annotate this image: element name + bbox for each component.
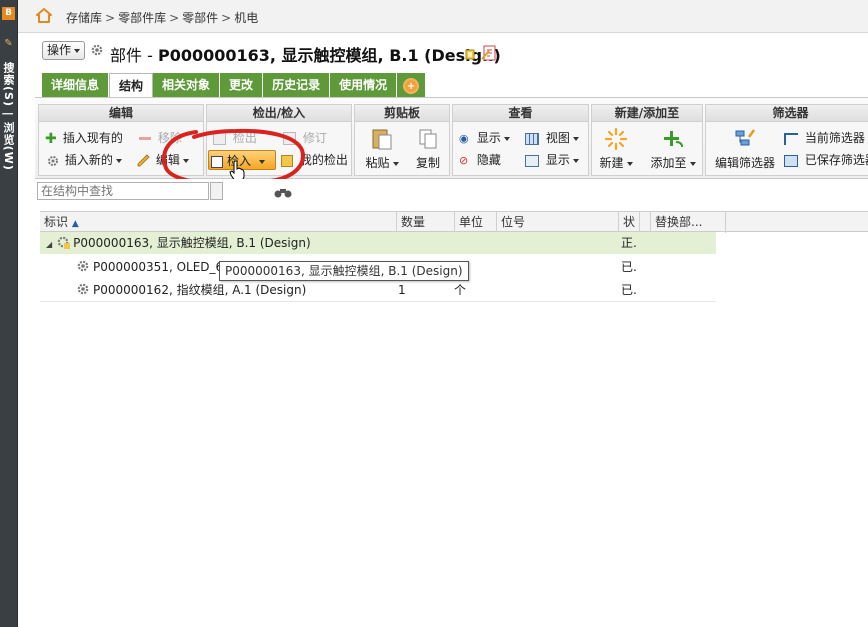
current-filter-icon — [784, 132, 798, 145]
edit-filter-button[interactable]: 编辑筛选器 — [712, 127, 778, 171]
column-header-id[interactable]: 标识 ▲ — [40, 212, 397, 233]
column-header-replacement[interactable]: 替换部... — [650, 212, 726, 233]
tab-related-objects[interactable]: 相关对象 — [153, 73, 221, 97]
row-quantity-cell: 1 — [398, 283, 406, 297]
new-button[interactable]: 新建 — [598, 127, 634, 171]
breadcrumb-item[interactable]: 零部件 — [182, 11, 218, 25]
structure-search-input[interactable] — [37, 182, 209, 200]
collapse-icon[interactable]: B — [2, 7, 15, 20]
tab-changes[interactable]: 更改 — [220, 73, 264, 97]
pin-icon[interactable]: ✎ — [3, 38, 14, 49]
saved-filter-icon — [784, 154, 798, 167]
breadcrumb-item[interactable]: 零部件库 — [118, 11, 166, 25]
paste-icon — [372, 129, 392, 150]
search-row — [35, 179, 868, 204]
add-to-button[interactable]: 添加至 — [646, 127, 700, 171]
column-header-quantity[interactable]: 数量 — [397, 212, 455, 233]
row-state-cell: 已. — [621, 283, 637, 297]
table-view-icon — [525, 132, 539, 145]
add-to-icon — [664, 131, 683, 148]
row-state-cell: 正. — [621, 236, 637, 250]
group-title: 查看 — [453, 105, 588, 122]
copy-button[interactable]: 复制 — [411, 127, 445, 171]
group-title: 编辑 — [39, 105, 203, 122]
columns-icon — [525, 154, 539, 167]
table-row[interactable]: P000000162, 指纹模组, A.1 (Design) 1 个 已. — [40, 279, 716, 301]
sidebar-vertical-label[interactable]: 搜索(S) | 浏览(W) — [2, 62, 16, 171]
breadcrumb-item[interactable]: 机电 — [234, 11, 258, 25]
show-button[interactable]: ◉ 显示 — [459, 129, 510, 146]
add-tab-icon: + — [403, 78, 420, 94]
part-gear-icon — [91, 44, 103, 56]
title-icons — [465, 45, 501, 64]
row-unit-cell: 个 — [454, 283, 467, 297]
ribbon-group-clipboard: 剪贴板 粘贴 复制 — [354, 104, 450, 176]
insert-new-button[interactable]: 插入新的 — [45, 151, 122, 168]
page-title: 部件 - P000000163, 显示触控模组, B.1 (Design) — [110, 46, 501, 65]
plus-icon: ✚ — [45, 130, 57, 147]
eye-icon: ◉ — [459, 132, 469, 145]
copy-icon — [419, 129, 437, 149]
tab-bar: 详细信息 结构 相关对象 更改 历史记录 使用情况 + — [42, 73, 427, 97]
search-button[interactable] — [210, 182, 223, 200]
group-title: 筛选器 — [706, 105, 868, 122]
table-row[interactable]: ◢ P000000163, 显示触控模组, B.1 (Design) 正. — [40, 232, 716, 254]
left-sidebar: B ✎ 搜索(S) | 浏览(W) — [0, 0, 18, 627]
current-filter-button[interactable]: 当前筛选器 — [784, 129, 865, 146]
row-state-cell: 已. — [621, 260, 637, 274]
hide-eye-icon: ⊘ — [459, 154, 469, 167]
row-id-cell: P000000162, 指纹模组, A.1 (Design) — [76, 279, 306, 301]
tab-add[interactable]: + — [397, 73, 427, 97]
tab-history[interactable]: 历史记录 — [263, 73, 331, 97]
show-columns-button[interactable]: 显示 — [525, 151, 579, 168]
checkout-status-icon[interactable] — [465, 45, 501, 61]
title-row: 操作 部件 - P000000163, 显示触控模组, B.1 (Design) — [18, 33, 868, 73]
column-header-reference[interactable]: 位号 — [497, 212, 619, 233]
ribbon-group-new-add: 新建/添加至 新建 添加至 — [591, 104, 703, 176]
group-title: 检出/检入 — [207, 105, 351, 122]
column-header-state[interactable]: 状 — [619, 212, 640, 233]
part-gear-icon — [77, 283, 89, 295]
structure-table-header: 标识 ▲ 数量 单位 位号 状 替换部... — [40, 211, 868, 233]
ribbon-group-filter: 筛选器 编辑筛选器 当前筛选器 已保存筛选器 — [705, 104, 868, 176]
binoculars-icon[interactable] — [273, 185, 293, 199]
hide-button[interactable]: ⊘ 隐藏 — [459, 151, 501, 168]
insert-new-gear-icon — [48, 155, 58, 166]
row-tooltip: P000000163, 显示触控模组, B.1 (Design) — [219, 261, 469, 281]
group-title: 新建/添加至 — [592, 105, 702, 122]
collapse-arrow-icon[interactable]: ◢ — [46, 240, 52, 249]
saved-filter-button[interactable]: 已保存筛选器 — [784, 151, 868, 168]
tab-structure[interactable]: 结构 — [109, 73, 154, 97]
tab-details[interactable]: 详细信息 — [42, 73, 110, 97]
actions-menu-button[interactable]: 操作 — [42, 41, 86, 60]
insert-existing-button[interactable]: ✚ 插入现有的 — [45, 129, 123, 147]
part-gear-icon — [77, 260, 89, 272]
paste-button[interactable]: 粘贴 — [363, 127, 401, 171]
home-icon[interactable] — [36, 8, 52, 23]
minus-icon — [139, 137, 151, 140]
breadcrumb-item[interactable]: 存储库 — [66, 11, 102, 25]
ribbon-group-view: 查看 ◉ 显示 视图 ⊘ 隐藏 显示 — [452, 104, 589, 176]
breadcrumb: 存储库 > 零部件库 > 零部件 > 机电 — [66, 11, 259, 25]
row-id-cell: ◢ P000000163, 显示触控模组, B.1 (Design) — [46, 236, 311, 250]
assembly-gear-icon — [57, 236, 71, 249]
tab-usage[interactable]: 使用情况 — [330, 73, 398, 97]
edit-filter-icon — [735, 129, 756, 146]
table-bottom-divider — [40, 301, 716, 302]
new-star-icon — [604, 127, 628, 151]
pencil-icon — [137, 153, 150, 166]
group-title: 剪贴板 — [355, 105, 449, 122]
views-button[interactable]: 视图 — [525, 129, 579, 146]
column-header-unit[interactable]: 单位 — [455, 212, 497, 233]
breadcrumb-bar: 存储库 > 零部件库 > 零部件 > 机电 — [18, 0, 868, 33]
